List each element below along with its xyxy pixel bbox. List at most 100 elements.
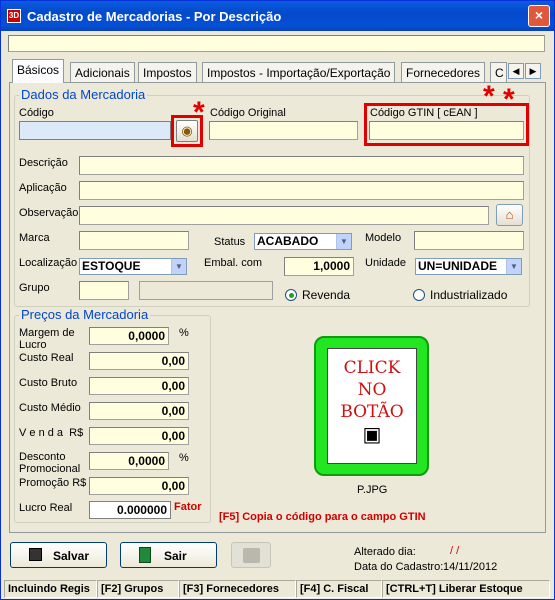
title-bar[interactable]: 3D Cadastro de Mercadorias - Por Descriç… xyxy=(1,1,554,31)
tab-impostos[interactable]: Impostos xyxy=(138,62,197,82)
grupo-label: Grupo xyxy=(19,282,50,294)
grupo-code-input[interactable] xyxy=(79,281,129,300)
window-title: Cadastro de Mercadorias - Por Descrição xyxy=(27,9,282,24)
photo-placeholder: CLICK NO BOTÃO ▣ xyxy=(327,348,417,464)
lucro-real-field: 0.000000 xyxy=(89,501,171,519)
exit-button[interactable]: Sair xyxy=(120,542,217,568)
exit-button-label: Sair xyxy=(164,549,187,563)
status-select-value: ACABADO xyxy=(257,234,319,248)
camera-disabled-icon xyxy=(243,548,260,563)
tab-impostos-label: Impostos xyxy=(143,66,192,80)
save-button-label: Salvar xyxy=(53,549,90,563)
observacao-input[interactable] xyxy=(79,206,489,225)
floppy-icon xyxy=(29,548,42,561)
venda-label: V e n d a R$ xyxy=(19,427,84,439)
desconto-unit: % xyxy=(179,452,189,464)
descricao-input[interactable] xyxy=(79,156,524,175)
chevron-down-icon: ▼ xyxy=(336,234,351,249)
marca-input[interactable] xyxy=(79,231,189,250)
camera-icon: ▣ xyxy=(362,422,382,446)
unidade-select[interactable]: UN=UNIDADE ▼ xyxy=(415,258,522,275)
tab-fornecedores-label: Fornecedores xyxy=(406,66,481,80)
chevron-down-icon: ▼ xyxy=(506,259,521,274)
embal-label: Embal. com xyxy=(204,257,263,269)
custo-medio-label: Custo Médio xyxy=(19,402,81,414)
gtin-input[interactable] xyxy=(369,121,524,140)
industrializado-label: Industrializado xyxy=(430,288,508,302)
tab-impostos-importacao[interactable]: Impostos - Importação/Exportação xyxy=(202,62,396,82)
tab-scroll-left-icon[interactable]: ◀ xyxy=(508,63,524,79)
unidade-select-value: UN=UNIDADE xyxy=(418,259,498,273)
modelo-label: Modelo xyxy=(365,232,402,244)
cadastro-value: 14/11/2012 xyxy=(443,561,498,573)
tab-more[interactable]: C xyxy=(490,62,507,82)
grupo-description-field xyxy=(139,281,273,300)
status-ctrl-t-liberar: [CTRL+T] Liberar Estoque xyxy=(382,580,550,598)
promocao-label: Promoção R$ xyxy=(19,477,87,489)
custo-bruto-label: Custo Bruto xyxy=(19,377,78,389)
unidade-label: Unidade xyxy=(365,257,406,269)
descricao-label: Descrição xyxy=(19,157,68,169)
status-label: Status xyxy=(214,236,246,248)
custo-medio-input[interactable]: 0,00 xyxy=(89,402,189,420)
close-button[interactable]: × xyxy=(528,5,550,27)
tab-scroll-right-icon[interactable]: ▶ xyxy=(525,63,541,79)
margem-label: Margem de Lucro xyxy=(19,327,75,351)
home-icon[interactable]: ⌂ xyxy=(496,204,523,226)
tab-basicos[interactable]: Básicos xyxy=(12,59,65,83)
f5-hint: [F5] Copia o código para o campo GTIN xyxy=(219,511,426,523)
aplicacao-label: Aplicação xyxy=(19,182,67,194)
exit-door-icon xyxy=(139,547,151,563)
localizacao-select-value: ESTOQUE xyxy=(82,259,141,273)
revenda-label: Revenda xyxy=(302,288,351,302)
lucro-real-label: Lucro Real xyxy=(19,502,73,514)
codigo-original-label: Código Original xyxy=(210,107,286,119)
asterisk-marker-2: * xyxy=(483,80,495,113)
margem-input[interactable]: 0,0000 xyxy=(89,327,169,345)
search-description-input[interactable] xyxy=(8,35,545,52)
save-button[interactable]: Salvar xyxy=(10,542,107,568)
promocao-input[interactable]: 0,00 xyxy=(89,477,189,495)
modelo-input[interactable] xyxy=(414,231,524,250)
status-f4-cfiscal: [F4] C. Fiscal xyxy=(296,580,382,598)
status-f3-fornecedores: [F3] Fornecedores xyxy=(179,580,296,598)
tab-adicionais[interactable]: Adicionais xyxy=(70,62,135,82)
photo-line-1: CLICK xyxy=(343,358,401,378)
tab-fornecedores[interactable]: Fornecedores xyxy=(401,62,486,82)
status-f2-grupos: [F2] Grupos xyxy=(97,580,179,598)
aplicacao-input[interactable] xyxy=(79,181,524,200)
dados-group-title: Dados da Mercadoria xyxy=(19,87,148,102)
status-select[interactable]: ACABADO ▼ xyxy=(254,233,352,250)
photo-line-3: BOTÃO xyxy=(340,402,404,422)
custo-real-input[interactable]: 0,00 xyxy=(89,352,189,370)
alterado-value: / / xyxy=(450,545,460,557)
asterisk-marker-1: * xyxy=(193,96,205,129)
marca-label: Marca xyxy=(19,232,50,244)
codigo-input[interactable] xyxy=(19,121,171,140)
tab-more-label: C xyxy=(495,66,504,80)
margem-unit: % xyxy=(179,327,189,339)
gtin-label: Código GTIN [ cEAN ] xyxy=(370,107,478,119)
industrializado-radio[interactable] xyxy=(413,289,425,301)
main-window: 3D Cadastro de Mercadorias - Por Descriç… xyxy=(0,0,555,600)
venda-input[interactable]: 0,00 xyxy=(89,427,189,445)
alterado-label: Alterado dia: xyxy=(354,546,416,558)
localizacao-select[interactable]: ESTOQUE ▼ xyxy=(79,258,187,275)
localizacao-label: Localização xyxy=(19,257,78,269)
fator-label: Fator xyxy=(174,501,202,513)
codigo-label: Código xyxy=(19,107,54,119)
tab-basicos-label: Básicos xyxy=(17,63,60,77)
codigo-original-input[interactable] xyxy=(209,121,358,140)
desconto-input[interactable]: 0,0000 xyxy=(89,452,169,470)
desconto-label: Desconto Promocional xyxy=(19,451,81,475)
disabled-button xyxy=(231,542,271,568)
custo-bruto-input[interactable]: 0,00 xyxy=(89,377,189,395)
revenda-radio[interactable] xyxy=(285,289,297,301)
tab-impostos-importacao-label: Impostos - Importação/Exportação xyxy=(207,66,391,80)
observacao-label: Observação xyxy=(19,207,79,219)
product-photo[interactable]: CLICK NO BOTÃO ▣ xyxy=(314,336,429,476)
status-mode: Incluindo Regis xyxy=(4,580,97,598)
embal-input[interactable]: 1,0000 xyxy=(284,257,354,276)
photo-filename: P.JPG xyxy=(357,484,388,496)
tab-adicionais-label: Adicionais xyxy=(75,66,130,80)
